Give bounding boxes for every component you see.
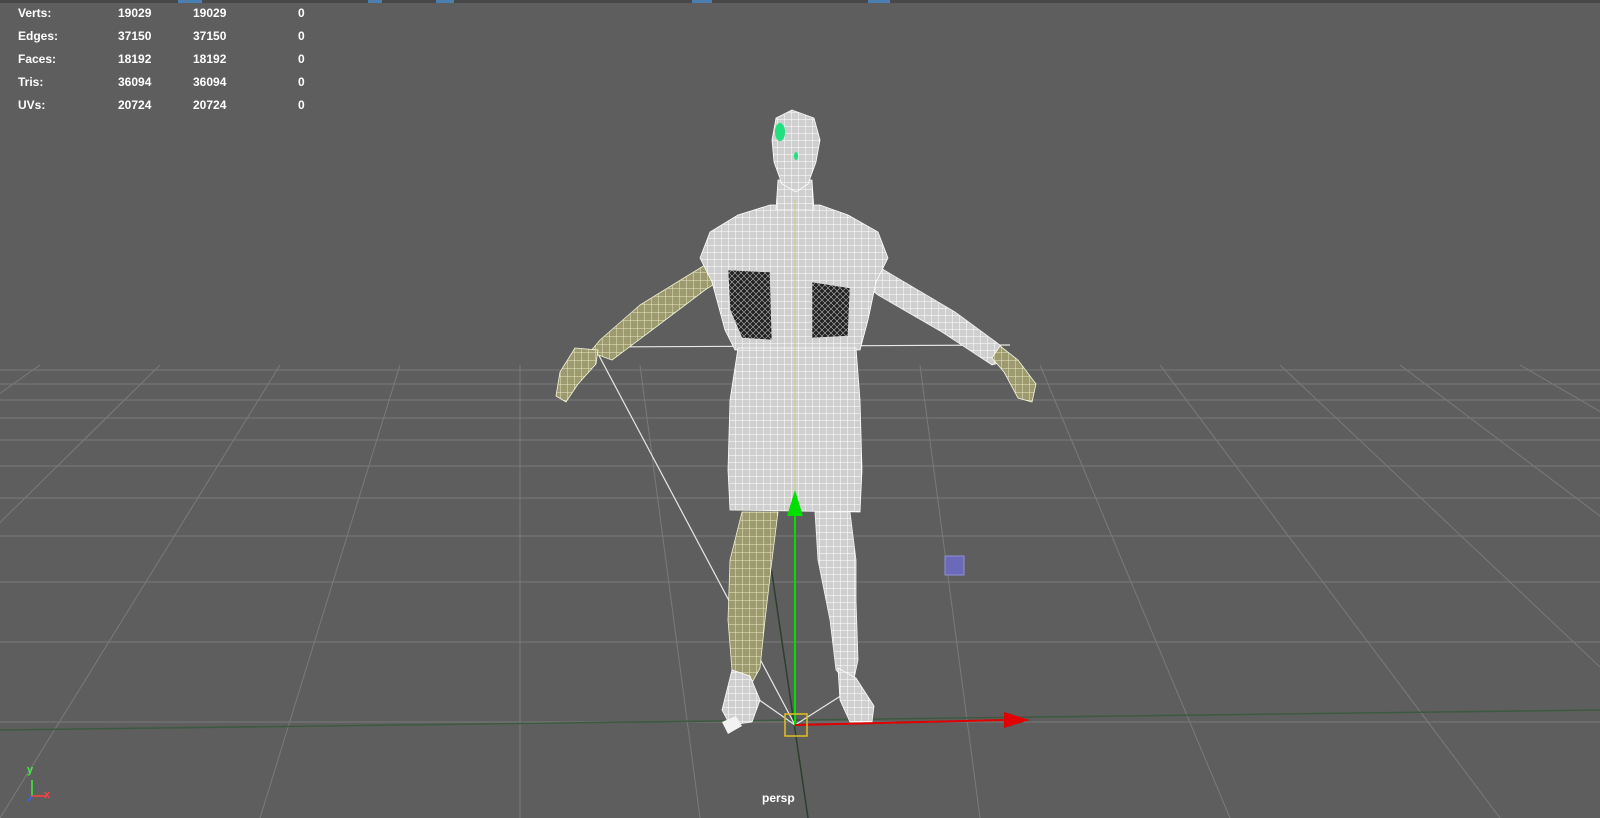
hud-label: UVs: — [18, 98, 46, 112]
view-axis-icon: y x — [18, 764, 58, 808]
hud-value-object: 36094 — [118, 75, 152, 89]
hud-value-selected: 36094 — [193, 75, 227, 89]
camera-name-label: persp — [762, 791, 795, 805]
hud-row-uvs: UVs: 20724 20724 0 — [18, 94, 318, 117]
viewport-persp[interactable]: Verts: 19029 19029 0 Edges: 37150 37150 … — [0, 0, 1600, 818]
hud-row-edges: Edges: 37150 37150 0 — [18, 25, 318, 48]
scene-canvas[interactable] — [0, 0, 1600, 818]
hud-value-object: 18192 — [118, 52, 152, 66]
hud-label: Tris: — [18, 75, 44, 89]
hud-row-verts: Verts: 19029 19029 0 — [18, 2, 318, 25]
selected-faces-highlight — [775, 123, 785, 141]
hud-label: Verts: — [18, 6, 52, 20]
hud-value-component: 0 — [298, 75, 305, 89]
hud-value-component: 0 — [298, 6, 305, 20]
hud-value-object: 19029 — [118, 6, 152, 20]
hud-value-selected: 37150 — [193, 29, 227, 43]
hud-value-selected: 18192 — [193, 52, 227, 66]
hud-row-tris: Tris: 36094 36094 0 — [18, 71, 318, 94]
locator-box — [944, 555, 965, 576]
hud-label: Faces: — [18, 52, 57, 66]
hud-value-object: 20724 — [118, 98, 152, 112]
view-axis-x-label: x — [44, 789, 51, 801]
hud-value-selected: 19029 — [193, 6, 227, 20]
hud-value-component: 0 — [298, 29, 305, 43]
view-axis-y-label: y — [27, 764, 34, 776]
hud-value-selected: 20724 — [193, 98, 227, 112]
hud-label: Edges: — [18, 29, 59, 43]
poly-count-hud: Verts: 19029 19029 0 Edges: 37150 37150 … — [18, 2, 318, 117]
hud-row-faces: Faces: 18192 18192 0 — [18, 48, 318, 71]
hud-value-object: 37150 — [118, 29, 152, 43]
hud-value-component: 0 — [298, 98, 305, 112]
hud-value-component: 0 — [298, 52, 305, 66]
world-x-axis — [0, 709, 1600, 731]
